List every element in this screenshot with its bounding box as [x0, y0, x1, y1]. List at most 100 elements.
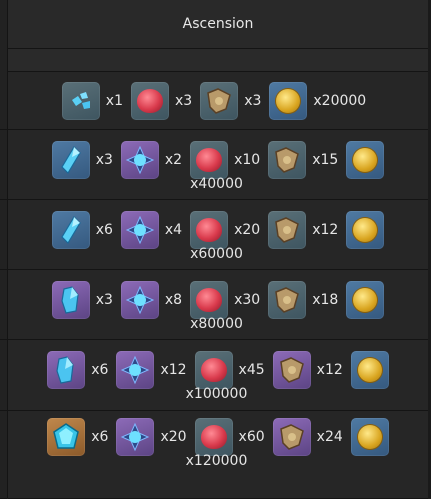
- crystal-fragment-icon[interactable]: [51, 211, 90, 249]
- red-fruit-icon[interactable]: [194, 351, 233, 389]
- red-fruit-icon[interactable]: [190, 211, 229, 249]
- material-quantity: x20: [160, 429, 187, 445]
- mora-coin-icon[interactable]: [350, 351, 389, 389]
- ascension-table: Ascension x1 x3 x3 x20000 x3 x2 x10 x15 x40000 x6…: [0, 0, 431, 499]
- red-fruit-icon[interactable]: [194, 418, 233, 456]
- material-quantity: x20000: [313, 93, 367, 109]
- crystal-core-icon[interactable]: [120, 281, 159, 319]
- table-row: x3 x8 x30 x18 x80000: [8, 270, 428, 340]
- material-item[interactable]: x24: [272, 417, 351, 457]
- mora-coin-icon[interactable]: [346, 211, 385, 249]
- crystal-sliver-icon[interactable]: [61, 82, 100, 120]
- material-quantity: x18: [312, 292, 339, 308]
- column-header-ascension: Ascension: [8, 0, 428, 49]
- ornament-icon[interactable]: [268, 211, 307, 249]
- mora-quantity-line: x60000: [8, 246, 428, 262]
- material-quantity: x12: [312, 222, 339, 238]
- material-quantity: x3: [244, 93, 262, 109]
- material-item[interactable]: x4: [120, 210, 190, 250]
- material-quantity: x12: [316, 362, 343, 378]
- ornament-icon[interactable]: [200, 82, 239, 120]
- material-item[interactable]: [346, 280, 385, 320]
- material-quantity: x120000: [185, 453, 248, 469]
- row-left-cell: [0, 72, 7, 130]
- material-quantity: x20: [234, 222, 261, 238]
- material-quantity: x10: [234, 152, 261, 168]
- material-quantity: x3: [95, 292, 113, 308]
- mora-coin-icon[interactable]: [269, 82, 308, 120]
- header-spacer-row: [8, 49, 428, 72]
- material-list: x6 x20 x60 x24 x120000: [8, 417, 428, 469]
- material-item[interactable]: x2: [120, 140, 190, 180]
- material-item[interactable]: x1: [61, 81, 131, 121]
- material-item[interactable]: x15: [268, 140, 346, 180]
- material-item[interactable]: x60: [194, 417, 273, 457]
- material-item[interactable]: [346, 140, 385, 180]
- material-item[interactable]: x12: [116, 350, 194, 390]
- red-fruit-icon[interactable]: [190, 141, 229, 179]
- material-list: x6 x4 x20 x12 x60000: [8, 210, 428, 262]
- mora-coin-icon[interactable]: [346, 281, 385, 319]
- material-list: x3 x8 x30 x18 x80000: [8, 280, 428, 332]
- material-quantity: x6: [91, 362, 109, 378]
- mora-coin-icon[interactable]: [346, 141, 385, 179]
- crystal-chunk-icon[interactable]: [51, 281, 90, 319]
- material-item[interactable]: x18: [268, 280, 346, 320]
- table-row: x3 x2 x10 x15 x40000: [8, 130, 428, 200]
- material-item[interactable]: [350, 417, 389, 457]
- material-list: x6 x12 x45 x12 x100000: [8, 350, 428, 402]
- material-item[interactable]: [350, 350, 389, 390]
- material-quantity: x80000: [190, 316, 243, 332]
- table-row: x6 x12 x45 x12 x100000: [8, 340, 428, 411]
- mora-quantity-line: x40000: [8, 176, 428, 192]
- red-fruit-icon[interactable]: [130, 82, 169, 120]
- material-quantity: x6: [91, 429, 109, 445]
- mora-coin-icon[interactable]: [350, 418, 389, 456]
- ornament-icon[interactable]: [272, 351, 311, 389]
- material-quantity: x2: [164, 152, 183, 168]
- material-quantity: x60000: [190, 246, 243, 262]
- material-item[interactable]: x6: [47, 417, 116, 457]
- material-item[interactable]: x12: [272, 350, 351, 390]
- ornament-icon[interactable]: [272, 418, 311, 456]
- crystal-core-icon[interactable]: [116, 351, 155, 389]
- crystal-core-icon[interactable]: [116, 418, 155, 456]
- material-item[interactable]: x20: [190, 210, 268, 250]
- crystal-core-icon[interactable]: [120, 211, 159, 249]
- material-item[interactable]: x20000: [269, 81, 374, 121]
- ornament-icon[interactable]: [268, 281, 307, 319]
- material-item[interactable]: x12: [268, 210, 346, 250]
- mora-quantity-line: x100000: [8, 386, 428, 402]
- material-quantity: x12: [160, 362, 187, 378]
- material-quantity: x15: [312, 152, 339, 168]
- material-item[interactable]: x10: [190, 140, 268, 180]
- material-quantity: x3: [174, 93, 193, 109]
- crystal-fragment-icon[interactable]: [51, 141, 90, 179]
- material-item[interactable]: x3: [130, 81, 200, 121]
- material-quantity: x6: [95, 222, 113, 238]
- material-item[interactable]: x3: [51, 140, 121, 180]
- table-row: x6 x4 x20 x12 x60000: [8, 200, 428, 270]
- ornament-icon[interactable]: [268, 141, 307, 179]
- material-item[interactable]: x6: [51, 210, 121, 250]
- material-item[interactable]: x45: [194, 350, 273, 390]
- material-item[interactable]: x3: [51, 280, 121, 320]
- column-header-label: Ascension: [182, 16, 254, 32]
- material-quantity: x40000: [190, 176, 243, 192]
- material-item[interactable]: x3: [200, 81, 269, 121]
- material-quantity: x1: [105, 93, 123, 109]
- material-quantity: x3: [95, 152, 113, 168]
- material-list: x1 x3 x3 x20000: [8, 81, 428, 121]
- material-item[interactable]: x30: [190, 280, 268, 320]
- table-row: x1 x3 x3 x20000: [8, 72, 428, 130]
- crystal-chunk-icon[interactable]: [47, 351, 86, 389]
- material-item[interactable]: x20: [116, 417, 194, 457]
- red-fruit-icon[interactable]: [190, 281, 229, 319]
- crystal-core-icon[interactable]: [120, 141, 159, 179]
- crystal-gemstone-icon[interactable]: [47, 418, 86, 456]
- material-item[interactable]: x6: [47, 350, 116, 390]
- material-quantity: x24: [316, 429, 343, 445]
- table-row: x6 x20 x60 x24 x120000: [8, 411, 428, 499]
- material-item[interactable]: [346, 210, 385, 250]
- material-item[interactable]: x8: [120, 280, 190, 320]
